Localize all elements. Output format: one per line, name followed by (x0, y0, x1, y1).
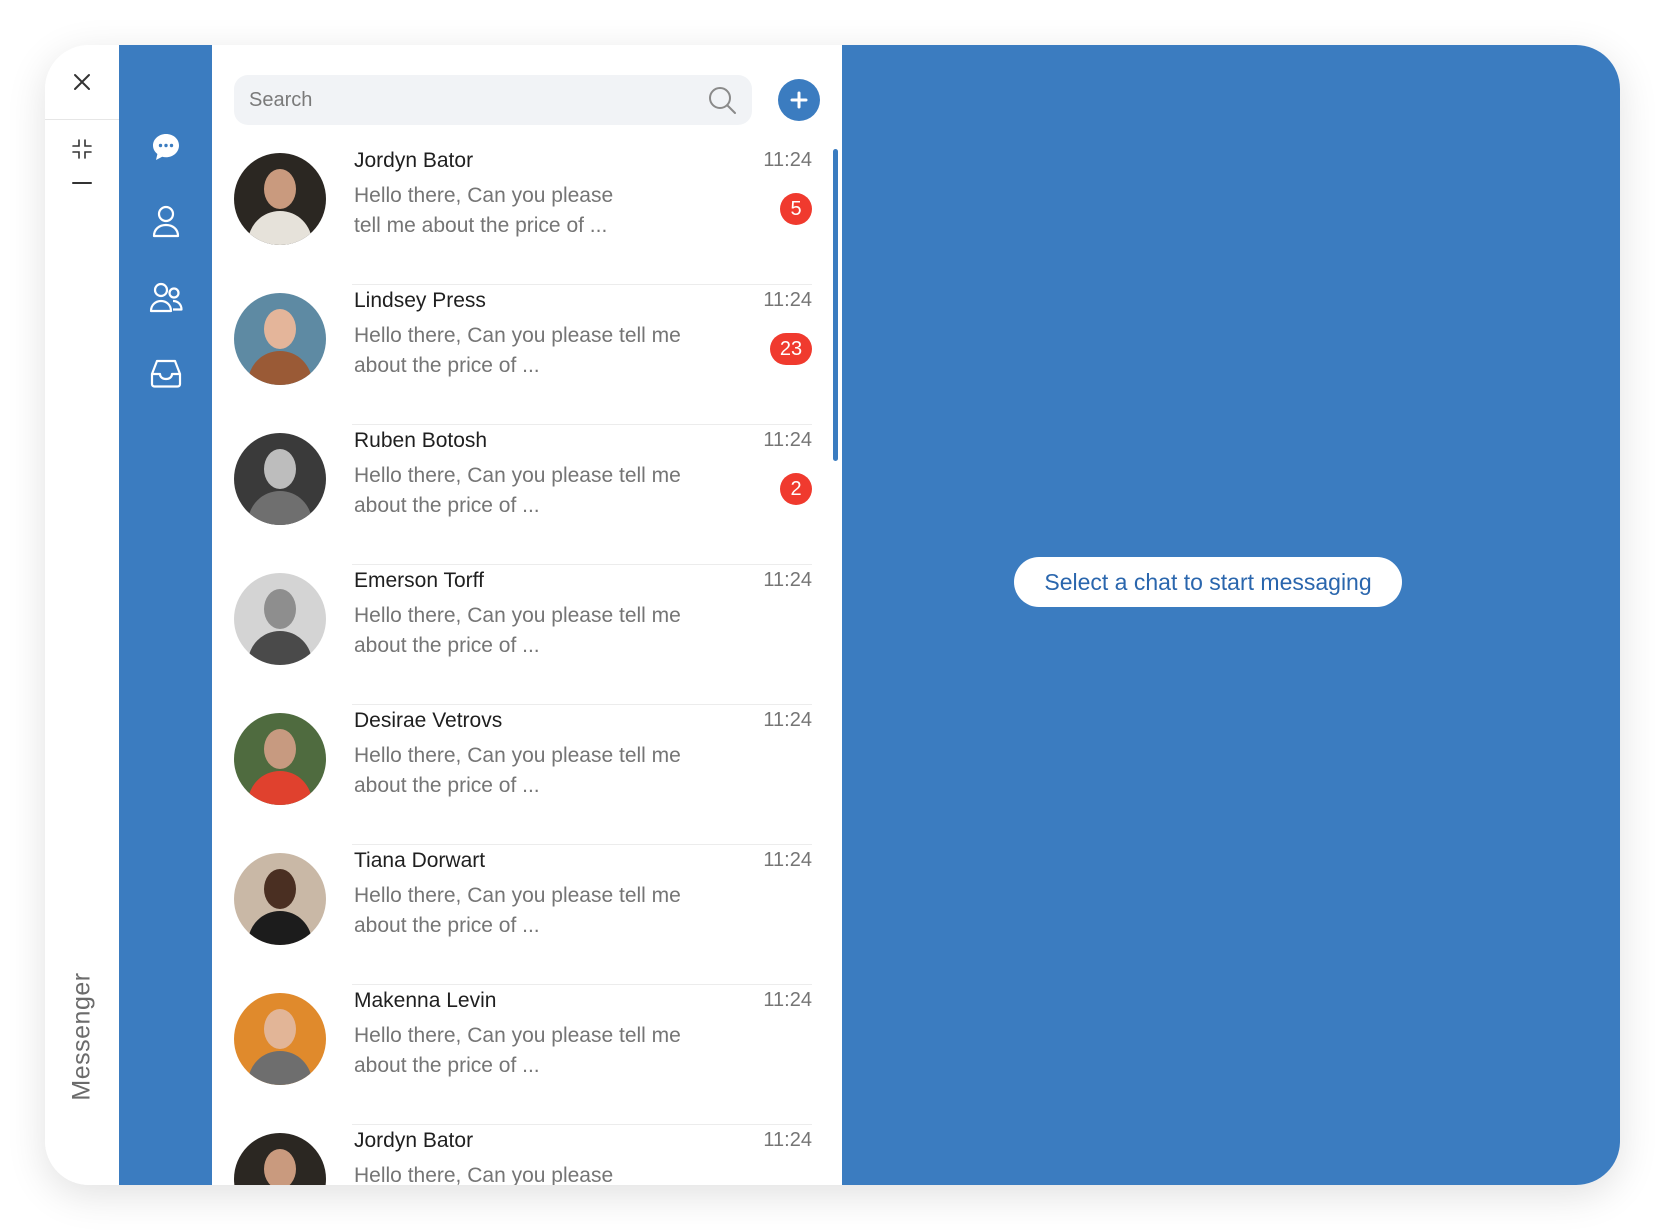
chat-preview: Hello there, Can you please tell me abou… (354, 184, 614, 237)
avatar (234, 293, 326, 385)
empty-state-message: Select a chat to start messaging (1014, 557, 1402, 607)
chat-name: Emerson Torff (354, 569, 484, 592)
plus-icon (790, 91, 808, 109)
avatar (234, 573, 326, 665)
avatar (234, 153, 326, 245)
collapse-icon[interactable] (45, 129, 119, 169)
groups-icon (149, 282, 183, 313)
chat-list-panel: Jordyn Bator Hello there, Can you please… (212, 45, 842, 1185)
chat-time: 11:24 (763, 989, 812, 1011)
unread-badge: 2 (780, 473, 812, 505)
chat-preview: Hello there, Can you please tell me abou… (354, 744, 681, 797)
chat-time: 11:24 (763, 569, 812, 591)
chat-name: Jordyn Bator (354, 1129, 474, 1152)
chat-row[interactable]: Tiana Dorwart Hello there, Can you pleas… (212, 845, 832, 985)
minimize-icon[interactable] (45, 169, 119, 197)
avatar (234, 1133, 326, 1185)
chat-time: 11:24 (763, 709, 812, 731)
avatar (234, 853, 326, 945)
chat-row[interactable]: Jordyn Bator Hello there, Can you please… (212, 1125, 832, 1185)
chat-time: 11:24 (763, 849, 812, 871)
search-input[interactable] (234, 87, 681, 113)
inbox-icon (150, 359, 181, 388)
chat-preview: Hello there, Can you please tell me abou… (354, 1164, 614, 1185)
chat-row[interactable]: Makenna Levin Hello there, Can you pleas… (212, 985, 832, 1125)
chat-name: Tiana Dorwart (354, 849, 486, 872)
chat-preview: Hello there, Can you please tell me abou… (354, 1024, 681, 1077)
chats-icon (152, 134, 179, 160)
chat-row[interactable]: Lindsey Press Hello there, Can you pleas… (212, 285, 832, 425)
chat-row[interactable]: Desirae Vetrovs Hello there, Can you ple… (212, 705, 832, 845)
chat-name: Jordyn Bator (354, 149, 474, 172)
chat-time: 11:24 (763, 429, 812, 451)
app-title-text: Messenger (67, 971, 96, 1101)
controls-divider (45, 119, 119, 120)
chat-time: 11:24 (763, 1129, 812, 1151)
search-icon[interactable] (707, 85, 737, 115)
avatar (234, 713, 326, 805)
avatar (234, 433, 326, 525)
chat-time: 11:24 (763, 289, 812, 311)
nav-groups[interactable] (119, 267, 212, 327)
nav-chats[interactable] (119, 117, 212, 177)
chat-preview: Hello there, Can you please tell me abou… (354, 604, 681, 657)
chat-name: Makenna Levin (354, 989, 497, 1012)
chat-preview: Hello there, Can you please tell me abou… (354, 464, 681, 517)
chat-preview: Hello there, Can you please tell me abou… (354, 884, 681, 937)
unread-badge: 23 (770, 333, 812, 365)
conversation-area: Select a chat to start messaging (842, 45, 1620, 1185)
chat-row[interactable]: Emerson Torff Hello there, Can you pleas… (212, 565, 832, 705)
chat-row[interactable]: Ruben Botosh Hello there, Can you please… (212, 425, 832, 565)
nav-rail (119, 45, 212, 1185)
nav-contacts[interactable] (119, 191, 212, 251)
contacts-icon (152, 205, 179, 238)
chat-list: Jordyn Bator Hello there, Can you please… (212, 145, 832, 1185)
chat-name: Lindsey Press (354, 289, 486, 312)
window-controls: Messenger (45, 45, 119, 1185)
nav-inbox[interactable] (119, 343, 212, 403)
close-icon[interactable] (45, 59, 119, 105)
chat-list-scrollbar[interactable] (833, 149, 838, 461)
avatar (234, 993, 326, 1085)
chat-row[interactable]: Jordyn Bator Hello there, Can you please… (212, 145, 832, 285)
chat-time: 11:24 (763, 149, 812, 171)
new-chat-button[interactable] (778, 79, 820, 121)
chat-name: Desirae Vetrovs (354, 709, 503, 732)
app-title: Messenger (45, 961, 119, 1111)
unread-badge: 5 (780, 193, 812, 225)
chat-preview: Hello there, Can you please tell me abou… (354, 324, 681, 377)
search-box (234, 75, 752, 125)
messenger-window: Messenger Search Jordyn Bator Hello ther… (45, 45, 1620, 1185)
chat-name: Ruben Botosh (354, 429, 488, 452)
